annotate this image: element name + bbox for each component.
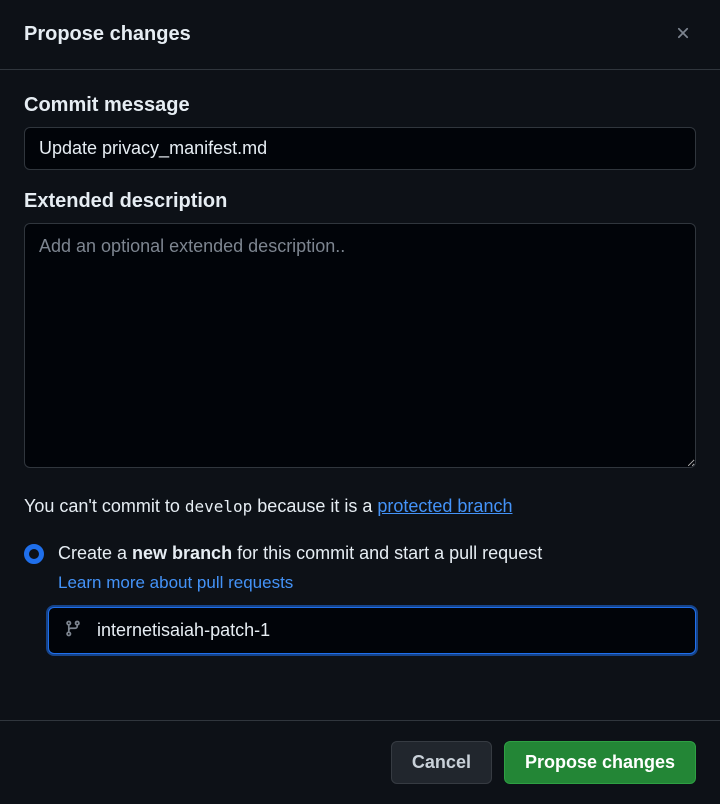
extended-description-field: Extended description [24,190,696,473]
dialog-header: Propose changes [0,0,720,70]
notice-middle: because it is a [252,496,377,516]
branch-option-group: Create a new branch for this commit and … [24,540,696,654]
branch-name-input[interactable] [48,607,696,654]
dialog-footer: Cancel Propose changes [0,720,720,804]
git-branch-icon [64,619,82,642]
create-branch-label: Create a new branch for this commit and … [58,540,696,567]
protected-branch-link[interactable]: protected branch [377,496,512,516]
extended-description-label: Extended description [24,190,696,213]
extended-description-textarea[interactable] [24,223,696,468]
propose-changes-button[interactable]: Propose changes [504,741,696,784]
propose-changes-dialog: Propose changes Commit message Extended … [0,0,720,804]
branch-name-field [48,607,696,654]
close-icon [674,24,692,45]
radio-content: Create a new branch for this commit and … [58,540,696,593]
commit-message-label: Commit message [24,94,696,117]
protected-branch-notice: You can't commit to develop because it i… [24,493,696,520]
create-branch-option[interactable]: Create a new branch for this commit and … [24,540,696,593]
close-button[interactable] [670,20,696,49]
dialog-title: Propose changes [24,23,191,46]
cancel-button[interactable]: Cancel [391,741,492,784]
dialog-body: Commit message Extended description You … [0,70,720,720]
commit-message-field: Commit message [24,94,696,170]
notice-branch-name: develop [185,497,252,516]
radio-text-bold: new branch [132,543,232,563]
radio-text-prefix: Create a [58,543,132,563]
radio-text-suffix: for this commit and start a pull request [232,543,542,563]
radio-selected-icon[interactable] [24,544,44,564]
notice-prefix: You can't commit to [24,496,185,516]
commit-message-input[interactable] [24,127,696,170]
learn-more-link[interactable]: Learn more about pull requests [58,573,696,593]
